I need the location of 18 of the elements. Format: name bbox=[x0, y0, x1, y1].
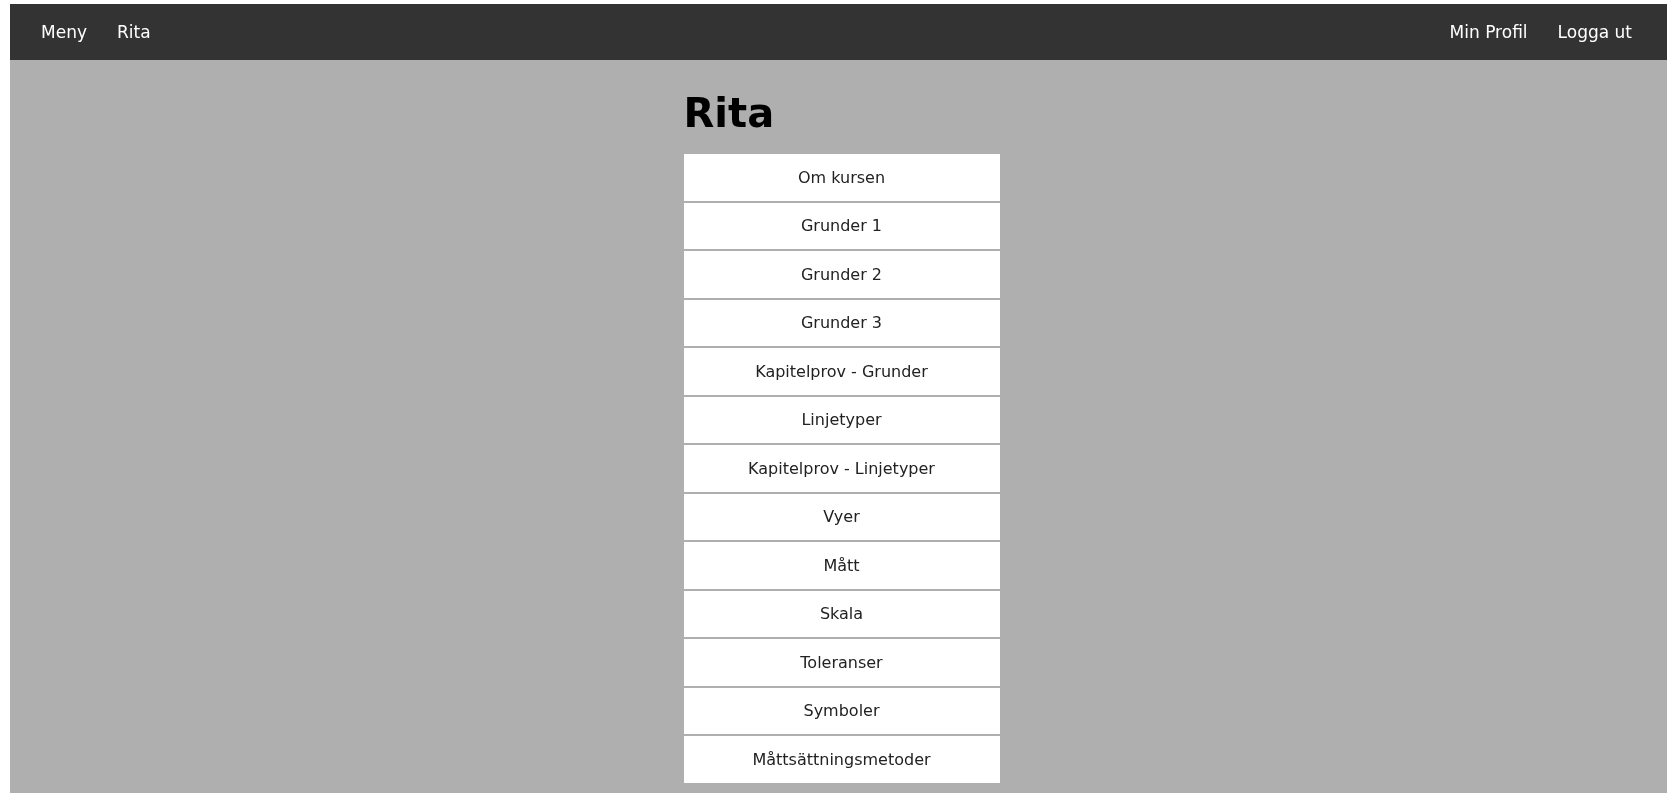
course-item[interactable]: Kapitelprov - Grunder bbox=[683, 348, 1000, 395]
nav-link[interactable]: Logga ut bbox=[1542, 22, 1647, 42]
course-item[interactable]: Om kursen bbox=[683, 154, 1000, 201]
course-item[interactable]: Symboler bbox=[683, 687, 1000, 734]
page-title: Rita bbox=[683, 90, 776, 136]
course-item[interactable]: Vyer bbox=[683, 493, 1000, 540]
course-item[interactable]: Mått bbox=[683, 542, 1000, 589]
course-item[interactable]: Måttsättningsmetoder bbox=[683, 736, 1000, 783]
course-item[interactable]: Grunder 3 bbox=[683, 299, 1000, 346]
course-item[interactable]: Grunder 2 bbox=[683, 251, 1000, 298]
course-item[interactable]: Kapitelprov - Linjetyper bbox=[683, 445, 1000, 492]
nav-link[interactable]: Meny bbox=[26, 22, 102, 42]
nav-link[interactable]: Min Profil bbox=[1434, 22, 1543, 42]
course-item[interactable]: Toleranser bbox=[683, 639, 1000, 686]
course-item[interactable]: Grunder 1 bbox=[683, 202, 1000, 249]
course-item[interactable]: Skala bbox=[683, 590, 1000, 637]
nav-link[interactable]: Rita bbox=[101, 22, 166, 42]
course-item[interactable]: Linjetyper bbox=[683, 396, 1000, 443]
